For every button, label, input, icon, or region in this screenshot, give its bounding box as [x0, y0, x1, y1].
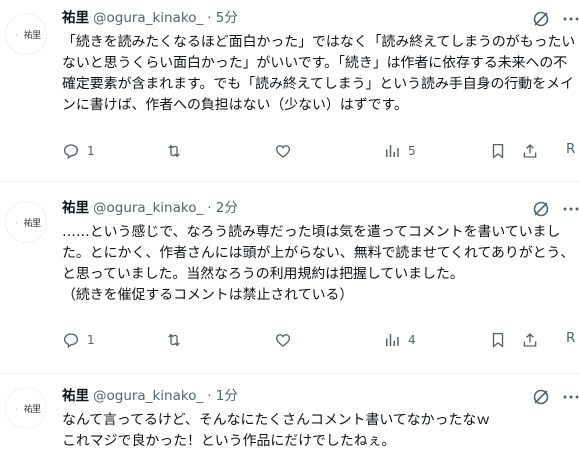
timestamp[interactable]: · 2分: [207, 200, 238, 216]
grok-icon[interactable]: [531, 387, 551, 407]
tweet-actions: 1 5: [62, 142, 579, 162]
display-name[interactable]: 祐里: [62, 388, 89, 404]
like-icon: [275, 334, 291, 347]
bookmark-button[interactable]: [489, 331, 507, 349]
more-icon[interactable]: [562, 199, 579, 219]
user-handle[interactable]: @ogura_kinako_: [93, 388, 203, 404]
tweet-text: 「続きを読みたくなるほど面白かった」ではなく「読み終えてしまうのがもったいないと…: [62, 34, 576, 113]
tweet-1[interactable]: 祐里 祐里@ogura_kinako_· 5分 「続きを読みたくなるほど面白かっ…: [0, 0, 579, 170]
retweet-button[interactable]: [165, 142, 183, 160]
truncated-label[interactable]: R: [566, 330, 575, 346]
views-icon: [386, 334, 399, 346]
avatar[interactable]: 祐里: [6, 388, 46, 428]
user-handle[interactable]: @ogura_kinako_: [93, 10, 203, 26]
reply-icon: [63, 333, 79, 349]
more-icon[interactable]: [562, 9, 579, 29]
bookmark-button[interactable]: [489, 142, 507, 160]
reply-icon: [63, 144, 79, 160]
retweet-icon: [168, 333, 180, 347]
like-icon: [275, 145, 291, 158]
timestamp[interactable]: · 5分: [207, 10, 238, 26]
tweet-text: なんて言ってるけど、そんなにたくさんコメント書いてなかったなｗ これマジで良かっ…: [62, 412, 491, 449]
grok-icon[interactable]: [531, 199, 551, 219]
views-count: 5: [408, 144, 416, 158]
views-button[interactable]: 5: [383, 142, 416, 160]
reply-count: 1: [87, 144, 95, 158]
reply-button[interactable]: 1: [62, 331, 95, 349]
tweet-2[interactable]: 祐里 祐里@ogura_kinako_· 2分 ……という感じで、なろう読み専だ…: [0, 182, 579, 362]
more-icon[interactable]: [562, 387, 579, 407]
like-button[interactable]: [274, 331, 292, 349]
display-name[interactable]: 祐里: [62, 10, 89, 26]
bookmark-icon: [492, 143, 504, 159]
share-button[interactable]: [521, 142, 539, 160]
views-icon: [386, 145, 399, 157]
tweet-header: 祐里 @ogura_kinako_ · 5分: [62, 9, 238, 27]
tweet-header: 祐里 @ogura_kinako_ · 2分: [62, 199, 238, 217]
display-name[interactable]: 祐里: [62, 200, 89, 216]
avatar[interactable]: 祐里: [6, 14, 46, 54]
tweet-3[interactable]: 祐里 祐里@ogura_kinako_· 1分 なんて言ってるけど、そんなにたく…: [0, 374, 579, 461]
reply-count: 1: [87, 333, 95, 347]
user-handle[interactable]: @ogura_kinako_: [93, 200, 203, 216]
tweet-header: 祐里 @ogura_kinako_ · 1分: [62, 387, 238, 405]
like-button[interactable]: [274, 142, 292, 160]
retweet-icon: [168, 144, 180, 158]
reply-button[interactable]: 1: [62, 142, 95, 160]
views-count: 4: [408, 333, 416, 347]
grok-icon[interactable]: [531, 9, 551, 29]
tweet-actions: 1 4: [62, 331, 579, 351]
views-button[interactable]: 4: [383, 331, 416, 349]
tweet-text: ……という感じで、なろう読み専だった頃は気を遣ってコメントを書いていました。とに…: [62, 224, 575, 303]
share-icon: [523, 333, 537, 347]
avatar[interactable]: 祐里: [6, 202, 46, 242]
bookmark-icon: [492, 332, 504, 348]
share-button[interactable]: [521, 331, 539, 349]
truncated-label[interactable]: R: [566, 141, 575, 157]
share-icon: [523, 144, 537, 158]
timestamp[interactable]: · 1分: [207, 388, 238, 404]
retweet-button[interactable]: [165, 331, 183, 349]
